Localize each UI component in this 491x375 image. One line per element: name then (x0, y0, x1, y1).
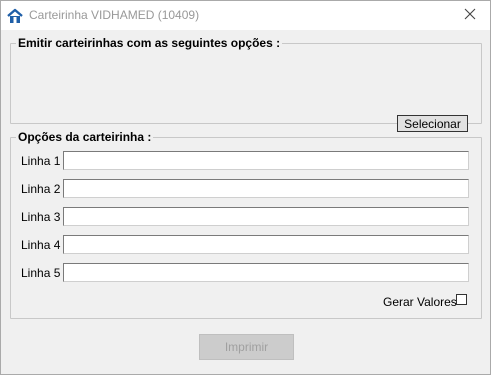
line-3-input[interactable] (63, 207, 469, 226)
line-4-label: Linha 4 (21, 238, 61, 252)
dialog-window: Carteirinha VIDHAMED (10409) Emitir cart… (0, 0, 491, 375)
window-title: Carteirinha VIDHAMED (10409) (29, 8, 200, 22)
gerar-valores-label: Gerar Valores (383, 295, 457, 309)
line-4-input[interactable] (63, 235, 469, 254)
close-button[interactable] (450, 1, 490, 30)
line-1-input[interactable] (63, 151, 469, 170)
select-button[interactable]: Selecionar (397, 115, 468, 132)
app-logo-icon (7, 8, 23, 24)
title-bar[interactable]: Carteirinha VIDHAMED (10409) (1, 1, 490, 30)
line-5-input[interactable] (63, 263, 469, 282)
emit-options-legend: Emitir carteirinhas com as seguintes opç… (16, 36, 283, 50)
close-icon (464, 8, 476, 23)
card-options-legend: Opções da carteirinha : (16, 130, 154, 144)
line-1-label: Linha 1 (21, 154, 61, 168)
print-button[interactable]: Imprimir (199, 334, 294, 360)
line-3-label: Linha 3 (21, 210, 61, 224)
line-5-label: Linha 5 (21, 266, 61, 280)
gerar-valores-checkbox[interactable] (456, 294, 467, 305)
emit-options-group: Emitir carteirinhas com as seguintes opç… (10, 36, 482, 124)
line-2-label: Linha 2 (21, 182, 61, 196)
line-2-input[interactable] (63, 179, 469, 198)
